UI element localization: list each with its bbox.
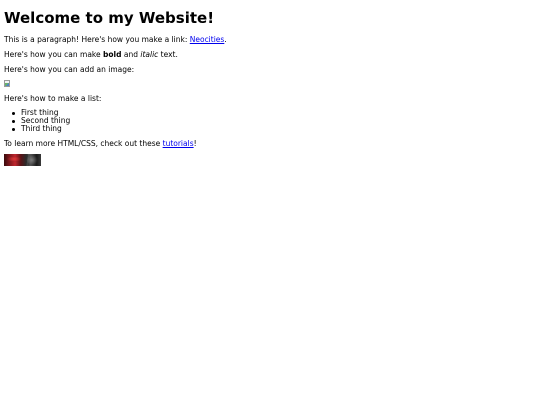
neocities-link[interactable]: Neocities xyxy=(190,35,225,44)
page: Welcome to my Website! This is a paragra… xyxy=(0,0,540,405)
paragraph-tutorials-end: ! xyxy=(193,139,197,148)
animated-gif-image xyxy=(4,154,41,166)
paragraph-list: Here's how to make a list: xyxy=(4,94,102,103)
list-item: Third thing xyxy=(12,124,536,133)
list-item: Second thing xyxy=(12,117,536,125)
list-item-label: Third thing xyxy=(21,124,62,133)
paragraph-intro-text: This is a paragraph! Here's how you make… xyxy=(4,35,190,44)
list-item: First thing xyxy=(12,109,536,117)
paragraph-formatting-middle: and xyxy=(121,50,141,59)
broken-image-icon xyxy=(4,80,11,88)
bullet-list: First thing Second thing Third thing xyxy=(4,109,536,133)
paragraph-formatting-end: text. xyxy=(158,50,178,59)
paragraph-tutorials-text: To learn more HTML/CSS, check out these xyxy=(4,139,163,148)
paragraph-formatting: Here's how you can make bold and italic … xyxy=(4,50,536,59)
bold-text: bold xyxy=(103,50,122,59)
bullet-icon xyxy=(12,111,15,115)
italic-text: italic xyxy=(140,50,159,59)
tutorials-link[interactable]: tutorials xyxy=(163,139,194,148)
paragraph-tutorials: To learn more HTML/CSS, check out these … xyxy=(4,139,536,148)
paragraph-intro-end: . xyxy=(224,35,227,44)
page-title: Welcome to my Website! xyxy=(4,9,215,27)
bullet-icon xyxy=(12,127,15,131)
paragraph-intro: This is a paragraph! Here's how you make… xyxy=(4,35,536,44)
bullet-icon xyxy=(12,119,15,123)
paragraph-image: Here's how you can add an image: xyxy=(4,65,135,74)
paragraph-formatting-start: Here's how you can make xyxy=(4,50,103,59)
